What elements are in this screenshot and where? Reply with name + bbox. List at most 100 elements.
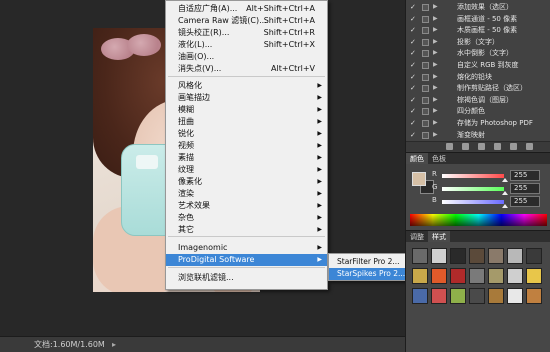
submenu-item[interactable]: StarFilter Pro 2... bbox=[329, 256, 405, 268]
channel-value-input[interactable]: 255 bbox=[510, 196, 540, 207]
color-spectrum[interactable] bbox=[410, 214, 547, 226]
status-menu-arrow-icon[interactable]: ▸ bbox=[112, 337, 116, 352]
filter-menu-item[interactable]: 液化(L)... Shift+Ctrl+X bbox=[166, 39, 327, 51]
filter-menu-item[interactable]: 杂色 ▶ bbox=[166, 212, 327, 224]
style-swatch[interactable] bbox=[526, 248, 542, 264]
filter-menu-item[interactable]: 画笔描边 ▶ bbox=[166, 92, 327, 104]
channel-value-input[interactable]: 255 bbox=[510, 170, 540, 181]
dialog-toggle-box[interactable] bbox=[422, 15, 429, 23]
style-swatch[interactable] bbox=[412, 268, 428, 284]
filter-menu-item[interactable]: 素描 ▶ bbox=[166, 152, 327, 164]
dialog-toggle-box[interactable] bbox=[422, 131, 429, 139]
filter-menu-item[interactable]: Imagenomic ▶ bbox=[166, 242, 327, 254]
expand-triangle-icon[interactable]: ▶ bbox=[433, 25, 438, 36]
check-icon[interactable]: ✓ bbox=[410, 37, 418, 48]
filter-menu-item[interactable]: 渲染 ▶ bbox=[166, 188, 327, 200]
action-row[interactable]: ✓ ▶ 自定义 RGB 到灰度 bbox=[406, 60, 550, 71]
style-swatch[interactable] bbox=[526, 288, 542, 304]
dialog-toggle-box[interactable] bbox=[422, 38, 429, 46]
action-row[interactable]: ✓ ▶ 四分颜色 bbox=[406, 106, 550, 117]
style-swatch[interactable] bbox=[507, 248, 523, 264]
record-icon[interactable] bbox=[462, 143, 469, 150]
style-swatch[interactable] bbox=[469, 248, 485, 264]
check-icon[interactable]: ✓ bbox=[410, 95, 418, 106]
channel-value-input[interactable]: 255 bbox=[510, 183, 540, 194]
slider-track[interactable] bbox=[442, 187, 504, 191]
filter-menu-item[interactable]: 视频 ▶ bbox=[166, 140, 327, 152]
filter-menu-item[interactable]: 消失点(V)... Alt+Ctrl+V bbox=[166, 63, 327, 75]
action-row[interactable]: ✓ ▶ 存储为 Photoshop PDF bbox=[406, 118, 550, 129]
action-row[interactable]: ✓ ▶ 画框通道 - 50 像素 bbox=[406, 14, 550, 25]
style-swatch[interactable] bbox=[431, 248, 447, 264]
style-swatch[interactable] bbox=[488, 288, 504, 304]
expand-triangle-icon[interactable]: ▶ bbox=[433, 60, 438, 71]
submenu-item[interactable]: StarSpikes Pro 2... bbox=[329, 268, 405, 280]
foreground-color-swatch[interactable] bbox=[412, 172, 426, 186]
expand-triangle-icon[interactable]: ▶ bbox=[433, 48, 438, 59]
expand-triangle-icon[interactable]: ▶ bbox=[433, 2, 438, 13]
slider-track[interactable] bbox=[442, 200, 504, 204]
action-row[interactable]: ✓ ▶ 木质画框 - 50 像素 bbox=[406, 25, 550, 36]
check-icon[interactable]: ✓ bbox=[410, 130, 418, 141]
style-swatch[interactable] bbox=[412, 288, 428, 304]
dialog-toggle-box[interactable] bbox=[422, 4, 429, 11]
new-action-icon[interactable] bbox=[510, 143, 517, 150]
slider-thumb-icon[interactable] bbox=[502, 178, 508, 182]
style-swatch[interactable] bbox=[450, 248, 466, 264]
style-swatch[interactable] bbox=[526, 268, 542, 284]
style-swatch[interactable] bbox=[412, 248, 428, 264]
style-swatch[interactable] bbox=[469, 268, 485, 284]
dialog-toggle-box[interactable] bbox=[422, 27, 429, 35]
color-slider-g[interactable]: G 255 bbox=[430, 183, 550, 195]
slider-thumb-icon[interactable] bbox=[502, 204, 508, 208]
expand-triangle-icon[interactable]: ▶ bbox=[433, 118, 438, 129]
color-slider-b[interactable]: B 255 bbox=[430, 196, 550, 208]
slider-thumb-icon[interactable] bbox=[502, 191, 508, 195]
filter-menu-item[interactable]: ProDigital Software ▶ bbox=[166, 254, 327, 266]
action-row[interactable]: ✓ ▶ 添加效果（选区） bbox=[406, 2, 550, 13]
filter-menu-item[interactable]: 锐化 ▶ bbox=[166, 128, 327, 140]
style-swatch[interactable] bbox=[488, 268, 504, 284]
action-row[interactable]: ✓ ▶ 熔化的铅块 bbox=[406, 72, 550, 83]
expand-triangle-icon[interactable]: ▶ bbox=[433, 72, 438, 83]
delete-icon[interactable] bbox=[526, 143, 533, 150]
filter-menu-item[interactable]: 浏览联机滤镜... bbox=[166, 272, 327, 284]
action-row[interactable]: ✓ ▶ 棕褐色调（图层） bbox=[406, 95, 550, 106]
filter-menu-item[interactable]: 镜头校正(R)... Shift+Ctrl+R bbox=[166, 27, 327, 39]
style-swatch[interactable] bbox=[488, 248, 504, 264]
check-icon[interactable]: ✓ bbox=[410, 83, 418, 94]
expand-triangle-icon[interactable]: ▶ bbox=[433, 37, 438, 48]
dialog-toggle-box[interactable] bbox=[422, 85, 429, 93]
style-swatch[interactable] bbox=[450, 288, 466, 304]
expand-triangle-icon[interactable]: ▶ bbox=[433, 130, 438, 141]
dialog-toggle-box[interactable] bbox=[422, 50, 429, 58]
new-set-icon[interactable] bbox=[494, 143, 501, 150]
filter-menu-item[interactable]: 油画(O)... bbox=[166, 51, 327, 63]
check-icon[interactable]: ✓ bbox=[410, 60, 418, 71]
style-swatch[interactable] bbox=[469, 288, 485, 304]
filter-menu-item[interactable]: 自适应广角(A)... Alt+Shift+Ctrl+A bbox=[166, 3, 327, 15]
filter-menu-item[interactable]: 纹理 ▶ bbox=[166, 164, 327, 176]
check-icon[interactable]: ✓ bbox=[410, 14, 418, 25]
check-icon[interactable]: ✓ bbox=[410, 48, 418, 59]
filter-menu-item[interactable]: 风格化 ▶ bbox=[166, 80, 327, 92]
filter-menu-item[interactable]: 其它 ▶ bbox=[166, 224, 327, 236]
expand-triangle-icon[interactable]: ▶ bbox=[433, 83, 438, 94]
dialog-toggle-box[interactable] bbox=[422, 62, 429, 69]
filter-menu-item[interactable]: 模糊 ▶ bbox=[166, 104, 327, 116]
check-icon[interactable]: ✓ bbox=[410, 2, 418, 13]
action-row[interactable]: ✓ ▶ 制作剪贴路径（选区） bbox=[406, 83, 550, 94]
color-slider-r[interactable]: R 255 bbox=[430, 170, 550, 182]
dialog-toggle-box[interactable] bbox=[422, 120, 429, 127]
dialog-toggle-box[interactable] bbox=[422, 96, 429, 104]
filter-menu-item[interactable]: 艺术效果 ▶ bbox=[166, 200, 327, 212]
expand-triangle-icon[interactable]: ▶ bbox=[433, 95, 438, 106]
action-row[interactable]: ✓ ▶ 水中倒影（文字） bbox=[406, 48, 550, 59]
play-icon[interactable] bbox=[478, 143, 485, 150]
action-row[interactable]: ✓ ▶ 渐变映射 bbox=[406, 130, 550, 141]
check-icon[interactable]: ✓ bbox=[410, 72, 418, 83]
filter-menu-item[interactable]: 像素化 ▶ bbox=[166, 176, 327, 188]
style-swatch[interactable] bbox=[507, 268, 523, 284]
style-swatch[interactable] bbox=[431, 268, 447, 284]
check-icon[interactable]: ✓ bbox=[410, 25, 418, 36]
